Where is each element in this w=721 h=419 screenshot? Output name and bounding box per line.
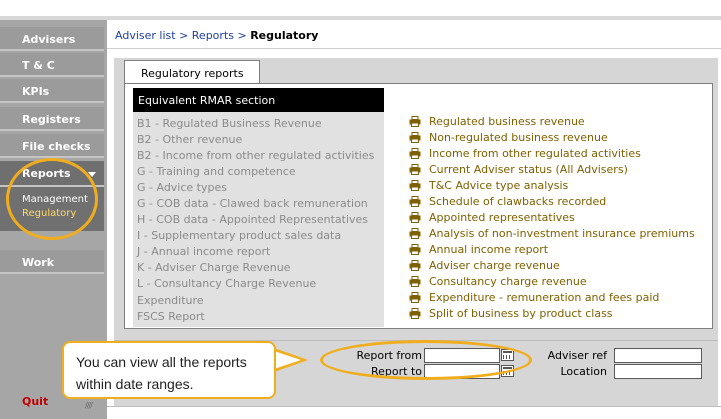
report-link-label: Expenditure - remuneration and fees paid: [429, 290, 660, 304]
report-link[interactable]: Analysis of non-investment insurance pre…: [409, 226, 695, 240]
report-link[interactable]: Current Adviser status (All Advisers): [409, 162, 628, 176]
rmar-item: B1 - Regulated Business Revenue: [137, 117, 322, 130]
calendar-icon[interactable]: [501, 349, 514, 361]
callout-pointer-inner: [274, 351, 301, 369]
caret-down-icon: [88, 172, 96, 177]
sidebar-item-label: KPIs: [22, 85, 50, 98]
breadcrumb-separator: >: [237, 29, 247, 42]
sidebar-item-label: File checks: [22, 140, 91, 153]
sidebar-item-label: Advisers: [22, 33, 76, 46]
callout-note: You can view all the reports within date…: [62, 341, 276, 399]
report-link[interactable]: Consultancy charge revenue: [409, 274, 587, 288]
rmar-item: G - Advice types: [137, 181, 227, 194]
rmar-item: K - Adviser Charge Revenue: [137, 261, 291, 274]
breadcrumb-link-adviser-list[interactable]: Adviser list: [115, 29, 176, 42]
printer-icon: [409, 147, 421, 159]
report-link-label: Consultancy charge revenue: [429, 274, 587, 288]
rmar-item: H - COB data - Appointed Representatives: [137, 213, 369, 226]
printer-icon: [409, 307, 421, 319]
report-link[interactable]: Expenditure - remuneration and fees paid: [409, 290, 659, 304]
report-link-label: Appointed representatives: [429, 210, 575, 224]
printer-icon: [409, 211, 421, 223]
resize-grip[interactable]: ////: [85, 401, 103, 410]
report-link-label: Adviser charge revenue: [429, 258, 560, 272]
rmar-item: J - Annual income report: [137, 245, 271, 258]
rmar-item: B2 - Other revenue: [137, 133, 243, 146]
rmar-item: G - Training and competence: [137, 165, 296, 178]
report-link-label: Income from other regulated activities: [429, 146, 641, 160]
report-link[interactable]: Income from other regulated activities: [409, 146, 641, 160]
report-from-label: Report from: [356, 349, 422, 362]
printer-icon: [409, 131, 421, 143]
submenu-item-management[interactable]: Management: [22, 194, 88, 205]
bottom-bar: [107, 406, 721, 419]
breadcrumb-divider: [107, 48, 721, 49]
rmar-section-list: Equivalent RMAR section B1 - Regulated B…: [133, 88, 384, 327]
report-link-label: Schedule of clawbacks recorded: [429, 194, 607, 208]
sidebar-item-label: Registers: [22, 113, 81, 126]
breadcrumb-current: Regulatory: [250, 29, 319, 42]
printer-icon: [409, 179, 421, 191]
sidebar-item-file-checks[interactable]: File checks: [0, 134, 104, 158]
printer-icon: [409, 163, 421, 175]
report-link[interactable]: Regulated business revenue: [409, 114, 585, 128]
sidebar-item-registers[interactable]: Registers: [0, 107, 104, 131]
breadcrumb-separator: >: [179, 29, 189, 42]
report-link-label: Current Adviser status (All Advisers): [429, 162, 628, 176]
submenu-item-regulatory[interactable]: Regulatory: [22, 208, 76, 219]
report-link[interactable]: Adviser charge revenue: [409, 258, 560, 272]
sidebar-item-work[interactable]: Work: [0, 250, 104, 274]
report-link-label: T&C Advice type analysis: [429, 178, 569, 192]
rmar-heading: Equivalent RMAR section: [133, 88, 384, 112]
adviser-ref-label: Adviser ref: [547, 349, 607, 362]
report-to-label: Report to: [370, 365, 422, 378]
report-link-label: Regulated business revenue: [429, 114, 585, 128]
report-link[interactable]: Annual income report: [409, 242, 548, 256]
report-from-input[interactable]: [424, 348, 500, 363]
location-input[interactable]: [614, 364, 702, 379]
sidebar-item-advisers[interactable]: Advisers: [0, 27, 104, 51]
printer-icon: [409, 115, 421, 127]
reports-submenu: Management Regulatory: [0, 187, 104, 231]
report-to-input[interactable]: [424, 364, 500, 379]
rmar-item: Expenditure: [137, 294, 204, 307]
location-label: Location: [560, 365, 607, 378]
quit-link[interactable]: Quit: [22, 395, 48, 408]
printer-icon: [409, 259, 421, 271]
reports-panel: Equivalent RMAR section B1 - Regulated B…: [124, 83, 713, 329]
sidebar-item-label: Work: [22, 256, 55, 269]
rmar-item: B2 - Income from other regulated activit…: [137, 149, 375, 162]
adviser-ref-input[interactable]: [614, 348, 702, 363]
rmar-item: I - Supplementary product sales data: [137, 229, 342, 242]
breadcrumb: Adviser list > Reports > Regulatory: [115, 29, 318, 42]
sidebar-item-kpis[interactable]: KPIs: [0, 79, 104, 103]
report-link-label: Non-regulated business revenue: [429, 130, 608, 144]
calendar-icon[interactable]: [501, 365, 514, 377]
rmar-item: FSCS Report: [137, 310, 205, 323]
printer-icon: [409, 227, 421, 239]
report-link[interactable]: Appointed representatives: [409, 210, 575, 224]
sidebar-item-tc[interactable]: T & C: [0, 53, 104, 77]
report-link[interactable]: Split of business by product class: [409, 306, 613, 320]
sidebar-item-label: Reports: [22, 167, 71, 180]
sidebar-item-label: T & C: [22, 59, 55, 72]
printer-icon: [409, 291, 421, 303]
printer-icon: [409, 243, 421, 255]
printer-icon: [409, 195, 421, 207]
tab-regulatory-reports[interactable]: Regulatory reports: [124, 60, 260, 84]
rmar-item: L - Consultancy Charge Revenue: [137, 277, 317, 290]
report-link-label: Annual income report: [429, 242, 549, 256]
report-link-label: Split of business by product class: [429, 306, 613, 320]
sidebar-item-reports[interactable]: Reports: [0, 161, 104, 187]
report-link[interactable]: Schedule of clawbacks recorded: [409, 194, 606, 208]
report-link[interactable]: Non-regulated business revenue: [409, 130, 608, 144]
rmar-item: G - COB data - Clawed back remuneration: [137, 197, 368, 210]
printer-icon: [409, 275, 421, 287]
report-link[interactable]: T&C Advice type analysis: [409, 178, 568, 192]
breadcrumb-link-reports[interactable]: Reports: [192, 29, 234, 42]
report-link-label: Analysis of non-investment insurance pre…: [429, 226, 695, 240]
